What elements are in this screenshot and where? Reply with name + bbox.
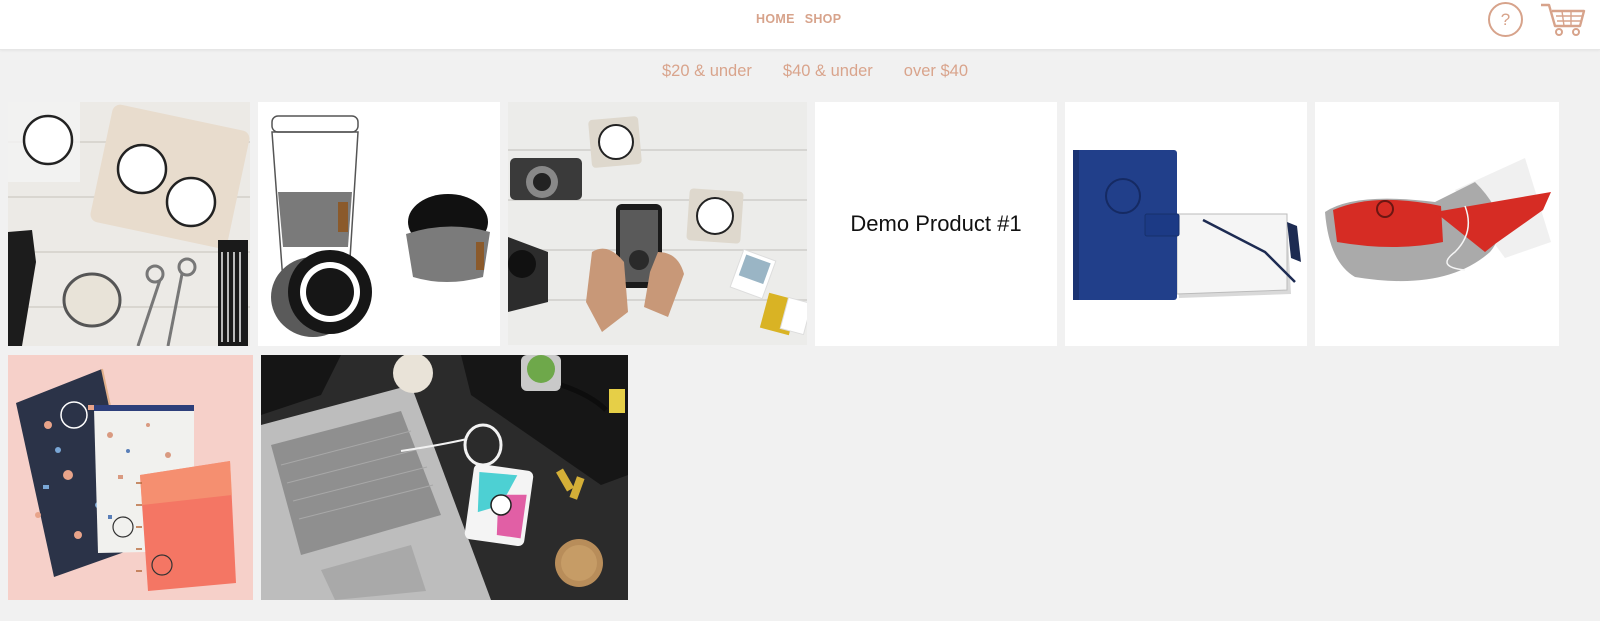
cart-icon[interactable] [1540,0,1586,38]
barber-coasters-photo [8,102,250,346]
price-filters: $20 & under $40 & under over $40 [0,62,1600,81]
product-tile-terrazzo-notebooks[interactable] [8,355,253,600]
product-tile-barber-coasters[interactable] [8,102,250,346]
top-navigation-bar: HOME SHOP ? [0,0,1600,50]
product-tile-felt-pouch[interactable] [1315,102,1559,346]
help-button[interactable]: ? [1488,2,1523,37]
nav-home-link[interactable]: HOME [756,12,795,26]
filter-20-under[interactable]: $20 & under [662,62,752,81]
terrazzo-notebooks-photo [8,355,253,600]
main-nav: HOME SHOP [756,12,841,26]
nav-shop-link[interactable]: SHOP [805,12,842,26]
product-tile-laptop-power-bank[interactable] [261,355,628,600]
product-tile-demo-product[interactable]: Demo Product #1 [815,102,1057,346]
product-name: Demo Product #1 [850,211,1022,236]
product-tile-phone-camera-coasters[interactable] [508,102,807,345]
laptop-power-bank-photo [261,355,628,600]
blue-journal-photo [1065,102,1307,346]
product-tile-coffee-sleeve-coasters[interactable] [258,102,500,346]
product-tile-blue-journal[interactable] [1065,102,1307,346]
felt-pouch-photo [1315,102,1559,346]
filter-over-40[interactable]: over $40 [904,62,968,81]
phone-camera-coasters-photo [508,102,807,345]
filter-40-under[interactable]: $40 & under [783,62,873,81]
coffee-sleeve-coasters-photo [258,102,500,346]
